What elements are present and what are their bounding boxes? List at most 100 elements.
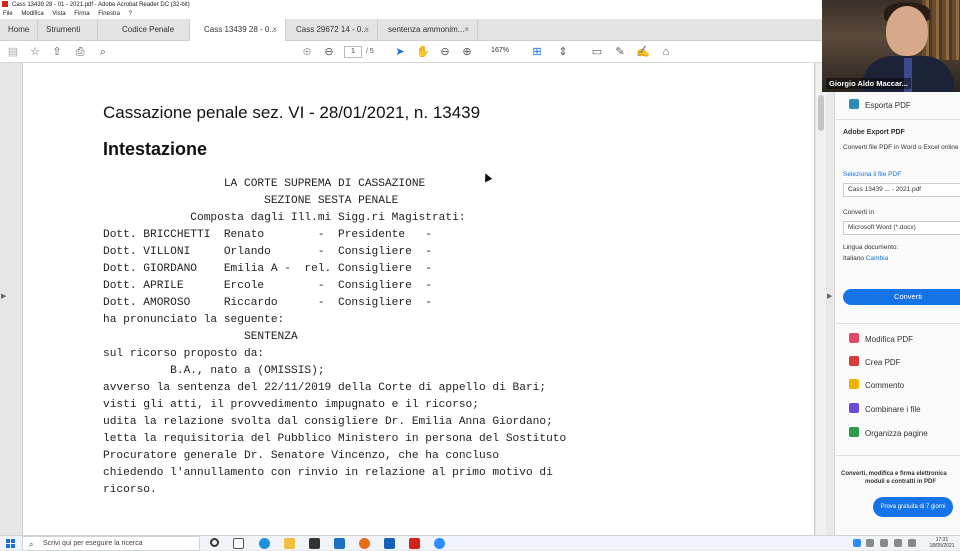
collapse-left-panel-icon[interactable]: ▶: [1, 292, 6, 300]
export-description: Converti file PDF in Word o Excel online: [843, 144, 959, 151]
taskbar-search-box[interactable]: ⌕ Scrivi qui per eseguire la ricerca: [22, 536, 200, 551]
zoom-app-icon[interactable]: [434, 538, 445, 549]
zoom-level-select[interactable]: 167%: [482, 46, 518, 58]
tab-cass-13439[interactable]: Cass 13439 28 - 0... ×: [190, 19, 286, 41]
tray-zoom-icon[interactable]: [853, 539, 861, 547]
selected-file-field[interactable]: Cass 13439 ... - 2021.pdf: [843, 183, 960, 197]
document-line: Procuratore generale Dr. Senatore Vincen…: [103, 450, 500, 462]
free-trial-button[interactable]: Prova gratuita di 7 giorni: [873, 497, 953, 517]
tool-modifica-pdf[interactable]: Modifica PDF: [849, 333, 913, 347]
cortana-icon[interactable]: [210, 538, 219, 547]
task-view-icon[interactable]: [233, 538, 244, 549]
system-clock[interactable]: 17:31 18/05/2021: [928, 537, 956, 549]
tab-strumenti[interactable]: Strumenti: [38, 19, 98, 41]
tool-commento[interactable]: Commento: [849, 379, 904, 393]
upload-icon[interactable]: ⇧: [50, 45, 64, 59]
store-icon[interactable]: [309, 538, 320, 549]
tab-bar: Home Strumenti Codice Penale Cass 13439 …: [0, 19, 960, 41]
tab-cass-29672[interactable]: Cass 29672 14 - 0... ×: [286, 19, 378, 41]
document-line: Dott. GIORDANO Emilia A - rel. Consiglie…: [103, 263, 432, 275]
file-explorer-icon[interactable]: [284, 538, 295, 549]
divider: [835, 455, 960, 456]
sign-icon[interactable]: ✍: [636, 45, 650, 59]
language-label: Lingua documento:: [843, 244, 899, 251]
tab-codice-penale[interactable]: Codice Penale: [98, 19, 190, 41]
tool-label: Crea PDF: [865, 358, 901, 367]
document-line: letta la requisitoria del Pubblico Minis…: [103, 433, 567, 445]
mail-icon[interactable]: [334, 538, 345, 549]
convert-in-label: Converti in: [843, 209, 875, 216]
search-placeholder: Scrivi qui per eseguire la ricerca: [43, 540, 143, 547]
menu-modifica[interactable]: Modifica: [21, 11, 43, 17]
page-up-icon[interactable]: ⊕: [300, 45, 314, 59]
menu-vista[interactable]: Vista: [52, 11, 65, 17]
document-line: Dott. APRILE Ercole - Consigliere -: [103, 280, 432, 292]
windows-start-icon[interactable]: [6, 539, 15, 548]
document-line: SENTENZA: [103, 331, 298, 343]
search-icon: ⌕: [29, 540, 34, 549]
page-down-icon[interactable]: ⊖: [322, 45, 336, 59]
menu-firma[interactable]: Firma: [74, 11, 89, 17]
comment-icon[interactable]: ▭: [590, 45, 604, 59]
tray-network-icon[interactable]: [866, 539, 874, 547]
tool-crea-pdf[interactable]: Crea PDF: [849, 356, 901, 370]
tool-label: Commento: [865, 381, 905, 390]
tray-battery-icon[interactable]: [894, 539, 902, 547]
zoom-in-icon[interactable]: ⊕: [460, 45, 474, 59]
search-icon[interactable]: ⌕: [96, 45, 110, 59]
fit-page-icon[interactable]: ⊞: [530, 45, 544, 59]
comment-tool-icon: [849, 379, 859, 389]
menu-finestra[interactable]: Finestra: [98, 11, 120, 17]
convert-format-select[interactable]: Microsoft Word (*.docx): [843, 221, 960, 235]
export-title: Adobe Export PDF: [843, 129, 905, 136]
change-language-link[interactable]: Cambia: [866, 255, 888, 262]
acrobat-taskbar-icon[interactable]: [409, 538, 420, 549]
firefox-icon[interactable]: [359, 538, 370, 549]
document-line: visti gli atti, il provvedimento impugna…: [103, 399, 479, 411]
document-line: SEZIONE SESTA PENALE: [103, 195, 399, 207]
promo-line-2: moduli e contratti in PDF: [865, 479, 937, 485]
tab-sentenza[interactable]: sentenza ammonim... ×: [378, 19, 478, 41]
document-heading: Intestazione: [103, 139, 208, 159]
menu-help[interactable]: ?: [129, 11, 132, 17]
hand-tool-icon[interactable]: ✋: [416, 45, 430, 59]
highlight-pen-icon[interactable]: ✎: [613, 45, 627, 59]
tray-volume-icon[interactable]: [880, 539, 888, 547]
star-icon[interactable]: ☆: [28, 45, 42, 59]
document-line: Dott. BRICCHETTI Renato - Presidente -: [103, 229, 432, 241]
menu-bar: File Modifica Vista Firma Finestra ?: [0, 10, 960, 19]
zoom-out-icon[interactable]: ⊖: [438, 45, 452, 59]
edge-browser-icon[interactable]: [259, 538, 270, 549]
close-tab-icon[interactable]: ×: [464, 19, 469, 41]
menu-file[interactable]: File: [3, 11, 13, 17]
tab-label: Cass 13439 28 - 0...: [204, 25, 277, 34]
speaker-face: [886, 6, 928, 56]
tray-wifi-icon[interactable]: [908, 539, 916, 547]
share-icon[interactable]: ⌂: [659, 45, 673, 59]
tool-combina-file[interactable]: Combinare i file: [849, 403, 921, 417]
divider: [835, 119, 960, 120]
close-tab-icon[interactable]: ×: [364, 19, 369, 41]
promo-line-1: Converti, modifica e firma elettronica: [841, 471, 947, 477]
outlook-icon[interactable]: [384, 538, 395, 549]
collapse-right-panel-icon[interactable]: ▶: [827, 292, 832, 300]
select-cursor-icon[interactable]: ➤: [393, 45, 407, 59]
scroll-mode-icon[interactable]: ⇕: [556, 45, 570, 59]
document-line: Composta dagli Ill.mi Sigg.ri Magistrati…: [103, 212, 466, 224]
tool-organizza-pagine[interactable]: Organizza pagine: [849, 427, 928, 441]
clock-date: 18/05/2021: [929, 543, 955, 549]
windows-taskbar: ⌕ Scrivi qui per eseguire la ricerca 17:…: [0, 535, 960, 551]
print-icon[interactable]: ⎙: [73, 45, 87, 59]
vertical-scrollbar[interactable]: [816, 63, 826, 535]
save-icon[interactable]: ▤: [6, 45, 20, 59]
export-pdf-item[interactable]: Esporta PDF: [849, 99, 911, 113]
tools-panel: Esporta PDF Adobe Export PDF Converti fi…: [834, 63, 960, 535]
tab-home[interactable]: Home: [0, 19, 38, 41]
page-number-input[interactable]: 1: [344, 46, 362, 58]
tab-label: Codice Penale: [122, 25, 175, 34]
close-tab-icon[interactable]: ×: [272, 19, 277, 41]
convert-button[interactable]: Converti: [843, 289, 960, 305]
document-title: Cassazione penale sez. VI - 28/01/2021, …: [103, 103, 481, 122]
scrollbar-thumb[interactable]: [818, 95, 824, 131]
document-line: LA CORTE SUPREMA DI CASSAZIONE: [103, 178, 426, 190]
